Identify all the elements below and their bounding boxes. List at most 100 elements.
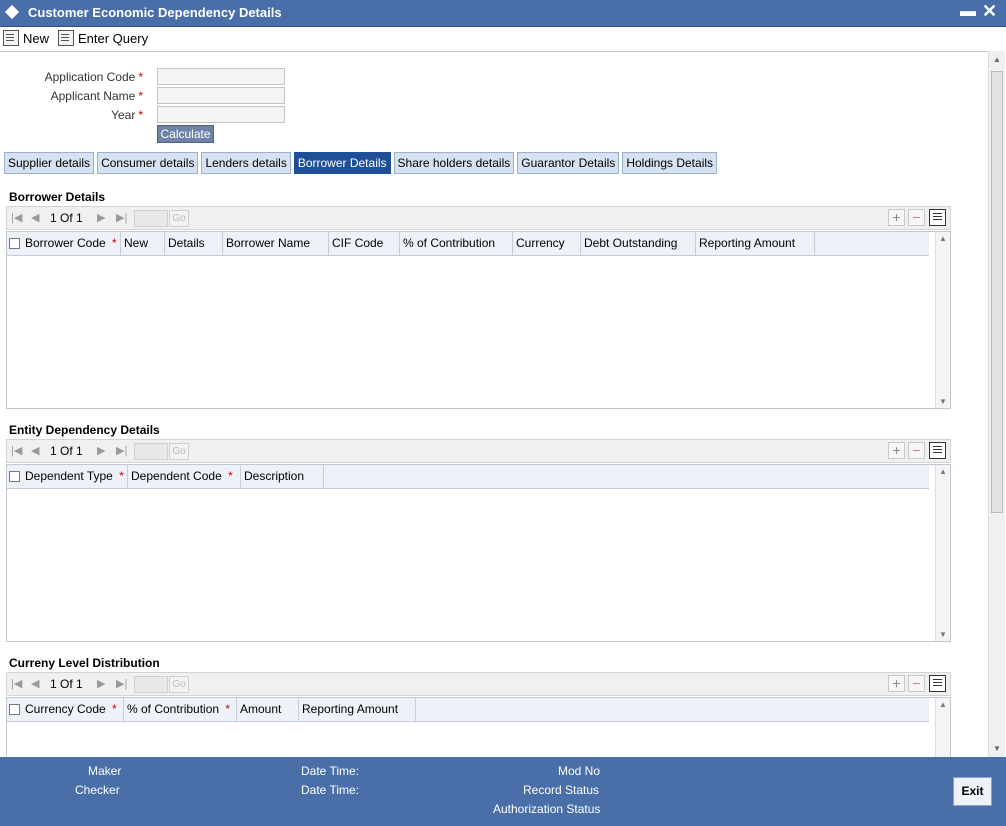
currency-grid: Currency Code * % of Contribution * Amou… bbox=[6, 697, 951, 758]
toolbar: New Enter Query bbox=[0, 27, 1006, 51]
last-page-icon[interactable]: ▶| bbox=[116, 677, 127, 690]
delete-row-icon[interactable]: − bbox=[908, 209, 925, 226]
first-page-icon[interactable]: |◀ bbox=[11, 677, 22, 690]
borrower-grid-scrollbar[interactable]: ▲ ▼ bbox=[935, 232, 950, 408]
query-icon bbox=[58, 30, 74, 46]
app-diamond-icon bbox=[4, 4, 20, 20]
maker-date-time-label: Date Time: bbox=[301, 764, 360, 778]
currency-pager: |◀ ◀ 1 Of 1 ▶ ▶| Go + − bbox=[6, 672, 951, 696]
tab-consumer-details[interactable]: Consumer details bbox=[97, 152, 199, 174]
scroll-down-icon[interactable]: ▼ bbox=[993, 744, 1001, 753]
add-row-icon[interactable]: + bbox=[888, 209, 905, 226]
maker-label: Maker bbox=[88, 764, 122, 778]
go-button[interactable]: Go bbox=[169, 676, 189, 693]
single-view-icon[interactable] bbox=[929, 209, 946, 226]
currency-section-title: Curreny Level Distribution bbox=[9, 656, 160, 670]
column-header: Reporting Amount bbox=[696, 232, 815, 255]
column-header: Reporting Amount bbox=[299, 698, 416, 721]
tab-supplier-details[interactable]: Supplier details bbox=[4, 152, 95, 174]
column-header: New bbox=[121, 232, 165, 255]
select-all-checkbox[interactable] bbox=[9, 238, 20, 249]
tab-share-holders-details[interactable]: Share holders details bbox=[393, 152, 515, 174]
required-mark: * bbox=[138, 108, 143, 122]
calculate-button[interactable]: Calculate bbox=[157, 125, 214, 143]
main-content: Application Code * Applicant Name * Year * … bbox=[0, 51, 988, 758]
required-mark: * bbox=[112, 702, 117, 716]
entity-grid-scrollbar[interactable]: ▲ ▼ bbox=[935, 465, 950, 641]
delete-row-icon[interactable]: − bbox=[908, 675, 925, 692]
add-row-icon[interactable]: + bbox=[888, 442, 905, 459]
column-header: Debt Outstanding bbox=[581, 232, 696, 255]
application-code-field[interactable] bbox=[157, 68, 285, 85]
required-mark: * bbox=[119, 469, 124, 483]
first-page-icon[interactable]: |◀ bbox=[11, 444, 22, 457]
required-mark: * bbox=[228, 469, 233, 483]
page-scrollbar[interactable]: ▲ ▼ bbox=[988, 51, 1005, 757]
next-page-icon[interactable]: ▶ bbox=[97, 444, 105, 457]
close-button[interactable]: ✕ bbox=[982, 1, 997, 22]
currency-grid-scrollbar[interactable]: ▲ bbox=[935, 698, 950, 758]
exit-button[interactable]: Exit bbox=[953, 777, 992, 806]
single-view-icon[interactable] bbox=[929, 442, 946, 459]
scroll-up-icon[interactable]: ▲ bbox=[939, 700, 947, 709]
entity-grid: Dependent Type * Dependent Code * Descri… bbox=[6, 464, 951, 642]
go-button[interactable]: Go bbox=[169, 443, 189, 460]
tab-lenders-details[interactable]: Lenders details bbox=[201, 152, 291, 174]
checker-label: Checker bbox=[75, 783, 120, 797]
prev-page-icon[interactable]: ◀ bbox=[31, 444, 39, 457]
record-status-label: Record Status bbox=[523, 783, 600, 797]
column-header: Details bbox=[165, 232, 223, 255]
entity-section-title: Entity Dependency Details bbox=[9, 423, 160, 437]
scroll-down-icon[interactable]: ▼ bbox=[939, 397, 947, 406]
required-mark: * bbox=[225, 702, 231, 716]
column-header: Borrower Code * bbox=[22, 232, 121, 255]
tab-guarantor-details[interactable]: Guarantor Details bbox=[517, 152, 620, 174]
column-header: Currency bbox=[513, 232, 581, 255]
next-page-icon[interactable]: ▶ bbox=[97, 211, 105, 224]
required-mark: * bbox=[138, 70, 143, 84]
page-number-input[interactable] bbox=[134, 210, 168, 227]
year-label: Year * bbox=[111, 108, 143, 122]
page-number-input[interactable] bbox=[134, 443, 168, 460]
column-header: CIF Code bbox=[329, 232, 400, 255]
scroll-up-icon[interactable]: ▲ bbox=[993, 55, 1001, 64]
scroll-thumb[interactable] bbox=[991, 71, 1003, 513]
entity-pager: |◀ ◀ 1 Of 1 ▶ ▶| Go + − bbox=[6, 439, 951, 463]
applicant-name-field[interactable] bbox=[157, 87, 285, 104]
select-all-checkbox[interactable] bbox=[9, 471, 20, 482]
new-button[interactable]: New bbox=[3, 30, 49, 46]
scroll-down-icon[interactable]: ▼ bbox=[939, 630, 947, 639]
new-document-icon bbox=[3, 30, 19, 46]
last-page-icon[interactable]: ▶| bbox=[116, 211, 127, 224]
scroll-up-icon[interactable]: ▲ bbox=[939, 467, 947, 476]
currency-grid-header: Currency Code * % of Contribution * Amou… bbox=[7, 698, 929, 722]
page-indicator: 1 Of 1 bbox=[50, 677, 83, 691]
add-row-icon[interactable]: + bbox=[888, 675, 905, 692]
audit-footer: Maker Checker Date Time: Date Time: Mod … bbox=[0, 757, 1006, 826]
column-header: % of Contribution * bbox=[124, 698, 237, 721]
column-header: Currency Code * bbox=[22, 698, 124, 721]
scroll-up-icon[interactable]: ▲ bbox=[939, 234, 947, 243]
column-header: Borrower Name bbox=[223, 232, 329, 255]
go-button[interactable]: Go bbox=[169, 210, 189, 227]
tab-holdings-details[interactable]: Holdings Details bbox=[622, 152, 718, 174]
entity-grid-header: Dependent Type * Dependent Code * Descri… bbox=[7, 465, 929, 489]
enter-query-button[interactable]: Enter Query bbox=[58, 30, 148, 46]
single-view-icon[interactable] bbox=[929, 675, 946, 692]
borrower-pager: |◀ ◀ 1 Of 1 ▶ ▶| Go + − bbox=[6, 206, 951, 230]
prev-page-icon[interactable]: ◀ bbox=[31, 677, 39, 690]
first-page-icon[interactable]: |◀ bbox=[11, 211, 22, 224]
year-field[interactable] bbox=[157, 106, 285, 123]
next-page-icon[interactable]: ▶ bbox=[97, 677, 105, 690]
delete-row-icon[interactable]: − bbox=[908, 442, 925, 459]
select-all-checkbox[interactable] bbox=[9, 704, 20, 715]
page-number-input[interactable] bbox=[134, 676, 168, 693]
application-code-label: Application Code * bbox=[44, 70, 143, 84]
prev-page-icon[interactable]: ◀ bbox=[31, 211, 39, 224]
minimize-button[interactable]: ▬ bbox=[960, 3, 976, 21]
tab-borrower-details[interactable]: Borrower Details bbox=[293, 152, 391, 174]
last-page-icon[interactable]: ▶| bbox=[116, 444, 127, 457]
column-header: Description bbox=[241, 465, 324, 488]
tab-bar: Supplier details Consumer details Lender… bbox=[4, 152, 718, 174]
checker-date-time-label: Date Time: bbox=[301, 783, 360, 797]
